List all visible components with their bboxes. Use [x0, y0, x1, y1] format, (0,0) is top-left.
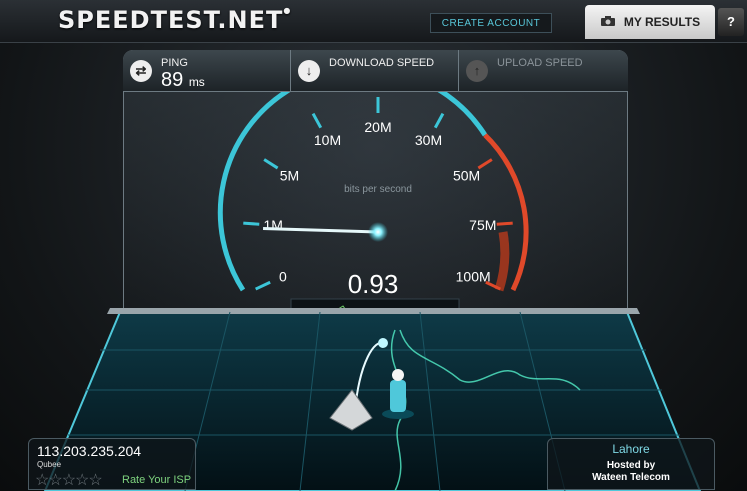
floor-rim	[107, 308, 640, 314]
camera-icon	[600, 15, 616, 30]
logo-text: SPEEDTEST.NET	[58, 6, 284, 34]
route-endpoint	[378, 338, 388, 348]
gauge-tick-label: 20M	[364, 119, 391, 135]
my-results-button[interactable]: MY RESULTS	[585, 5, 715, 39]
my-results-label: MY RESULTS	[623, 15, 701, 29]
test-tabs: ⇄ PING 89 ms ↓ DOWNLOAD SPEED ↑ UPLOAD S…	[123, 50, 628, 92]
ping-unit: ms	[188, 75, 205, 89]
ping-number: 89	[161, 69, 184, 91]
hosted-by-label: Hosted by	[606, 460, 656, 471]
gauge-tick-label: 50M	[453, 168, 480, 184]
gauge-tick	[311, 112, 323, 129]
upload-label: UPLOAD SPEED	[497, 57, 583, 69]
isp-rating-stars[interactable]: ☆☆☆☆☆	[35, 470, 103, 490]
isp-name: Qubee	[37, 460, 62, 469]
gauge-tick-labels: 0 1M 5M 10M 20M 30M 50M 75M 100M	[263, 119, 496, 284]
speed-gauge: 0 1M 5M 10M 20M 30M 50M 75M 100M bits per second…	[217, 92, 529, 322]
download-arrow-icon: ↓	[298, 60, 320, 82]
tab-ping[interactable]: ⇄ PING 89 ms	[123, 50, 291, 92]
speedtest-logo[interactable]: SPEEDTEST.NET●	[58, 6, 291, 34]
top-bar: SPEEDTEST.NET● CREATE ACCOUNT MY RESULTS…	[0, 0, 747, 43]
download-label: DOWNLOAD SPEED	[329, 57, 435, 69]
gauge-tick-label: 5M	[280, 168, 299, 184]
server-host: Wateen Telecom	[592, 472, 670, 483]
gauge-hub	[368, 222, 388, 242]
gauge-tick-label: 0	[279, 268, 287, 284]
gauge-tick-label: 1M	[263, 217, 282, 233]
gauge-tick-label: 10M	[314, 132, 341, 148]
tab-download[interactable]: ↓ DOWNLOAD SPEED	[291, 50, 459, 92]
ping-arrows-icon: ⇄	[130, 60, 152, 82]
create-account-button[interactable]: CREATE ACCOUNT	[430, 13, 552, 33]
isp-info-box: 113.203.235.204 Qubee ☆☆☆☆☆ Rate Your IS…	[28, 438, 196, 490]
user-location-icon	[390, 380, 406, 412]
gauge-tick	[263, 158, 279, 170]
gauge-tick	[496, 221, 513, 226]
gauge-arc-red-band	[494, 231, 510, 292]
server-city: Lahore	[612, 442, 650, 456]
ping-value: 89 ms	[161, 69, 205, 92]
tab-upload[interactable]: ↑ UPLOAD SPEED	[459, 50, 627, 92]
gauge-tick-label: 100M	[456, 268, 491, 284]
gauge-tick	[433, 112, 445, 129]
server-info-box[interactable]: Lahore Hosted by Wateen Telecom	[547, 438, 715, 490]
help-button[interactable]: ?	[718, 8, 744, 36]
gauge-unit-label: bits per second	[344, 184, 412, 195]
upload-arrow-icon: ↑	[466, 60, 488, 82]
speed-value: 0.93	[348, 269, 399, 299]
gauge-tick-label: 75M	[469, 217, 496, 233]
gauge-tick	[255, 280, 271, 291]
ip-address: 113.203.235.204	[37, 443, 142, 459]
gauge-tick	[477, 158, 493, 170]
rate-isp-link[interactable]: Rate Your ISP	[122, 474, 191, 486]
gauge-tick-label: 30M	[415, 132, 442, 148]
ping-label: PING	[161, 57, 188, 69]
user-head	[392, 369, 404, 381]
gauge-tick	[243, 221, 260, 226]
